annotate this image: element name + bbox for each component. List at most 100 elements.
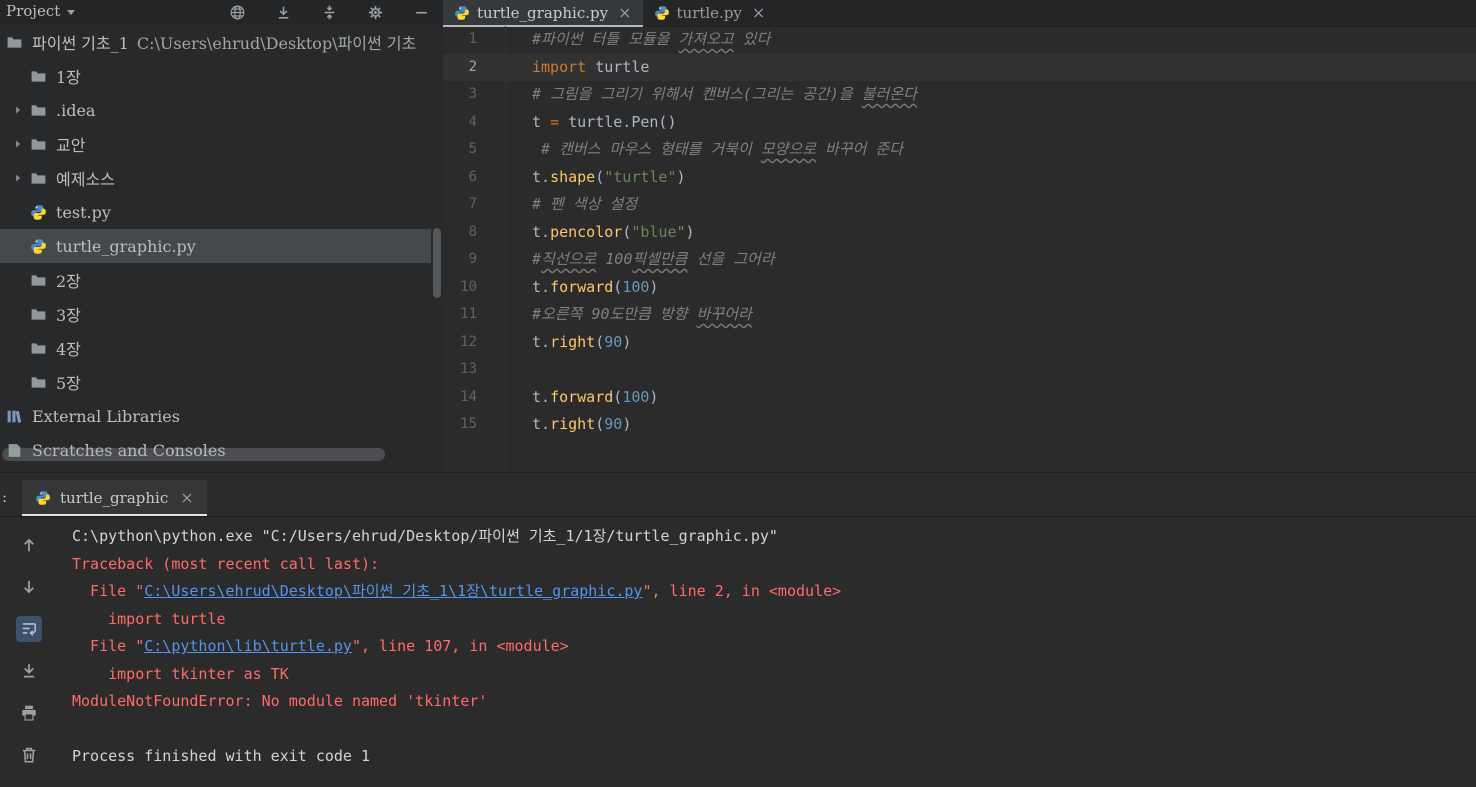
tree-item-label: turtle_graphic.py — [56, 236, 196, 256]
folder-icon — [30, 272, 54, 289]
code-text: # 캔버스 마우스 형태를 거북이 모양으로 바꾸어 준다 — [532, 140, 904, 158]
code-line[interactable]: 9 #직선으로 100픽셀만큼 선을 그어라 — [443, 246, 1476, 274]
chevron-down-icon — [67, 9, 76, 15]
line-number[interactable]: 8 — [443, 219, 491, 247]
project-toolbar-icons — [228, 3, 430, 21]
tab-label: turtle_graphic.py — [477, 4, 609, 22]
tree-item-test-py[interactable]: test.py — [0, 195, 431, 229]
project-view-dropdown[interactable]: Project — [6, 2, 76, 20]
close-icon[interactable]: × — [752, 5, 765, 21]
editor-code[interactable]: 1 #파이썬 터틀 모듈을 가져오고 있다 2 import turtle 3 # 그림을… — [443, 26, 1476, 472]
line-number[interactable]: 15 — [443, 411, 491, 439]
tree-item-1jang[interactable]: 1장 — [0, 59, 431, 93]
soft-wrap-button[interactable] — [16, 616, 42, 642]
settings-icon[interactable] — [366, 3, 384, 21]
line-number[interactable]: 10 — [443, 274, 491, 302]
file-link[interactable]: C:\Users\ehrud\Desktop\파이썬 기초_1\1장\turtl… — [144, 582, 642, 600]
tree-item-turtle-graphic-py[interactable]: turtle_graphic.py — [0, 229, 431, 263]
tree-item-label: 교안 — [56, 136, 86, 155]
code-line[interactable]: 10 t.forward(100) — [443, 274, 1476, 302]
tree-item-gyoan[interactable]: 교안 — [0, 127, 431, 161]
tree-item-label: 4장 — [56, 340, 81, 359]
horizontal-scrollbar-thumb[interactable] — [2, 448, 385, 461]
line-number[interactable]: 7 — [443, 191, 491, 219]
folder-icon — [30, 340, 54, 357]
console-line: ModuleNotFoundError: No module named 'tk… — [72, 692, 488, 710]
file-link[interactable]: C:\python\lib\turtle.py — [144, 637, 352, 655]
tree-item-yejesosu[interactable]: 예제소스 — [0, 161, 431, 195]
tree-item-label: 1장 — [56, 68, 81, 87]
line-number[interactable]: 2 — [443, 54, 491, 82]
clear-all-button[interactable] — [16, 742, 42, 768]
code-text: #파이썬 터틀 모듈을 가져오고 있다 — [532, 30, 771, 48]
line-number[interactable]: 13 — [443, 356, 491, 384]
code-line[interactable]: 4 t = turtle.Pen() — [443, 109, 1476, 137]
chevron-right-icon[interactable] — [6, 173, 30, 183]
code-line[interactable]: 14 t.forward(100) — [443, 384, 1476, 412]
collapse-all-icon[interactable] — [320, 3, 338, 21]
code-text: t.shape("turtle") — [532, 167, 686, 186]
line-number[interactable]: 11 — [443, 301, 491, 329]
down-stack-trace-button[interactable] — [16, 574, 42, 600]
hide-icon[interactable] — [412, 3, 430, 21]
console-line: File "C:\Users\ehrud\Desktop\파이썬 기초_1\1장… — [72, 582, 842, 600]
run-body: C:\python\python.exe "C:/Users/ehrud/Des… — [0, 517, 1476, 787]
print-button[interactable] — [16, 700, 42, 726]
folder-icon — [30, 374, 54, 391]
line-number[interactable]: 12 — [443, 329, 491, 357]
line-number[interactable]: 4 — [443, 109, 491, 137]
console-line: import turtle — [72, 609, 226, 628]
line-number[interactable]: 9 — [443, 246, 491, 274]
folder-icon — [6, 34, 30, 51]
up-stack-trace-button[interactable] — [16, 532, 42, 558]
tree-item-2jang[interactable]: 2장 — [0, 263, 431, 297]
code-line[interactable]: 13 — [443, 356, 1476, 384]
folder-icon — [30, 136, 54, 153]
locate-icon[interactable] — [228, 3, 246, 21]
tree-item-label: .idea — [56, 100, 96, 120]
console-line: File "C:\python\lib\turtle.py", line 107… — [72, 637, 569, 655]
scrollbar-thumb[interactable] — [433, 228, 441, 298]
code-line[interactable]: 11 #오른쪽 90도만큼 방향 바꾸어라 — [443, 301, 1476, 329]
tree-item-idea[interactable]: .idea — [0, 93, 431, 127]
tree-item-root[interactable]: 파이썬 기초_1 C:\Users\ehrud\Desktop\파이썬 기초 — [0, 25, 431, 59]
run-label: : — [2, 488, 8, 506]
code-line[interactable]: 5 # 캔버스 마우스 형태를 거북이 모양으로 바꾸어 준다 — [443, 136, 1476, 164]
code-text: import turtle — [532, 57, 650, 76]
tree-item-label: 예제소스 — [56, 170, 115, 189]
line-number[interactable]: 14 — [443, 384, 491, 412]
tree-item-3jang[interactable]: 3장 — [0, 297, 431, 331]
code-line[interactable]: 1 #파이썬 터틀 모듈을 가져오고 있다 — [443, 26, 1476, 54]
editor-tab-turtle-py[interactable]: turtle.py × — [643, 0, 777, 26]
tree-item-label: 파이썬 기초_1 — [32, 34, 129, 53]
scroll-from-source-icon[interactable] — [274, 3, 292, 21]
code-text: #직선으로 100픽셀만큼 선을 그어라 — [532, 250, 775, 268]
tree-item-5jang[interactable]: 5장 — [0, 365, 431, 399]
close-icon[interactable]: × — [618, 5, 631, 21]
code-line[interactable]: 12 t.right(90) — [443, 329, 1476, 357]
editor-tab-turtle_graphic-py[interactable]: turtle_graphic.py × — [443, 0, 643, 27]
tree-item-4jang[interactable]: 4장 — [0, 331, 431, 365]
code-text: t = turtle.Pen() — [532, 112, 677, 131]
console-line: C:\python\python.exe "C:/Users/ehrud/Des… — [72, 527, 778, 545]
line-number[interactable]: 3 — [443, 81, 491, 109]
project-tree: 파이썬 기초_1 C:\Users\ehrud\Desktop\파이썬 기초 1장.… — [0, 25, 443, 467]
close-icon[interactable]: × — [180, 490, 193, 506]
console-line: import tkinter as TK — [72, 664, 289, 683]
code-line[interactable]: 15 t.right(90) — [443, 411, 1476, 439]
code-line[interactable]: 7 # 펜 색상 설정 — [443, 191, 1476, 219]
chevron-right-icon[interactable] — [6, 105, 30, 115]
scroll-to-end-button[interactable] — [16, 658, 42, 684]
code-line[interactable]: 2 import turtle — [443, 53, 1476, 82]
project-scrollbar[interactable] — [431, 25, 443, 472]
tree-item-external-libraries[interactable]: External Libraries — [0, 399, 431, 433]
code-line[interactable]: 6 t.shape("turtle") — [443, 164, 1476, 192]
line-number[interactable]: 1 — [443, 26, 491, 54]
code-line[interactable]: 3 # 그림을 그리기 위해서 캔버스(그리는 공간)을 불러온다 — [443, 81, 1476, 109]
code-line[interactable]: 8 t.pencolor("blue") — [443, 219, 1476, 247]
chevron-right-icon[interactable] — [6, 139, 30, 149]
line-number[interactable]: 5 — [443, 136, 491, 164]
line-number[interactable]: 6 — [443, 164, 491, 192]
code-text: # 펜 색상 설정 — [532, 195, 638, 213]
run-tab-turtle-graphic[interactable]: turtle_graphic × — [22, 480, 207, 516]
